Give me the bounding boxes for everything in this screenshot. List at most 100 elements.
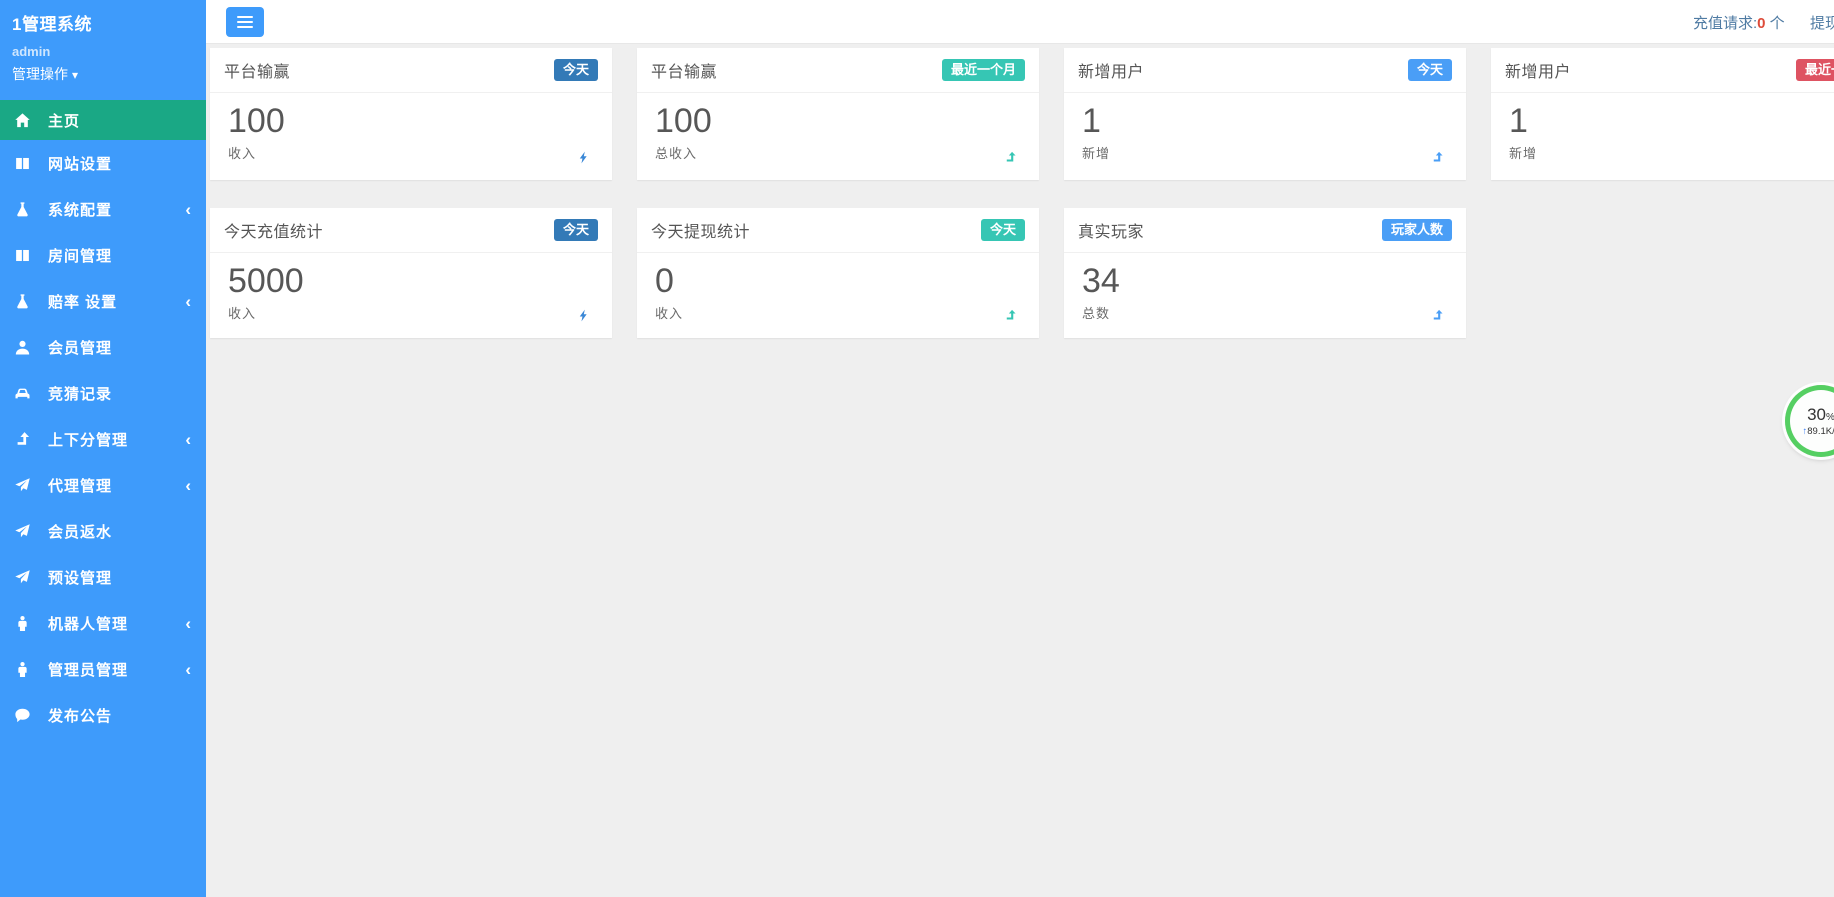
recharge-unit: 个 [1766, 15, 1785, 32]
sidebar-item-room-management[interactable]: 房间管理 [0, 232, 206, 278]
chevron-left-icon: ‹ [185, 615, 191, 632]
card-value: 34 [1082, 263, 1448, 300]
sidebar-item-label: 房间管理 [48, 245, 112, 266]
status-badge: 今天 [554, 219, 598, 241]
app-title: 1管理系统 [12, 10, 194, 35]
stat-card-new-users-month: 新增用户 最近一个月 1 新增 [1491, 48, 1834, 180]
sidebar-item-label: 主页 [48, 110, 80, 131]
sidebar-item-bet-records[interactable]: 竞猜记录 [0, 370, 206, 416]
sidebar-item-label: 上下分管理 [48, 429, 128, 450]
sidebar-header: 1管理系统 admin 管理操作 ▾ [0, 0, 206, 90]
card-title: 真实玩家 [1078, 218, 1144, 242]
card-label: 新增 [1082, 143, 1448, 162]
sidebar-item-label: 会员管理 [48, 337, 112, 358]
sidebar-item-label: 竞猜记录 [48, 383, 112, 404]
sidebar-item-label: 机器人管理 [48, 613, 128, 634]
sidebar-item-preset-management[interactable]: 预设管理 [0, 554, 206, 600]
sidebar-item-announcements[interactable]: 发布公告 [0, 692, 206, 738]
main-content: 充值请求:0 个 提现 平台输赢 今天 100 收入 平台输赢 最近一个月 10… [206, 0, 1834, 897]
stat-card-new-users-today: 新增用户 今天 1 新增 [1064, 48, 1466, 180]
stat-card-platform-winloss-today: 平台输赢 今天 100 收入 [210, 48, 612, 180]
sidebar-item-member-rebate[interactable]: 会员返水 [0, 508, 206, 554]
sidebar-item-agent-management[interactable]: 代理管理 ‹ [0, 462, 206, 508]
home-icon [14, 112, 31, 129]
topbar: 充值请求:0 个 提现 [206, 0, 1834, 44]
recharge-requests-link[interactable]: 充值请求:0 个 [1693, 12, 1785, 33]
stat-card-platform-winloss-month: 平台输赢 最近一个月 100 总收入 [637, 48, 1039, 180]
card-value: 1 [1509, 103, 1834, 140]
status-badge: 最近一个月 [1796, 59, 1834, 81]
card-title: 平台输赢 [651, 58, 717, 82]
status-badge: 最近一个月 [942, 59, 1025, 81]
card-value: 0 [655, 263, 1021, 300]
recharge-count: 0 [1757, 15, 1765, 32]
card-title: 今天充值统计 [224, 218, 323, 242]
status-badge: 今天 [554, 59, 598, 81]
sidebar-item-label: 系统配置 [48, 199, 112, 220]
card-label: 收入 [228, 303, 594, 322]
person-icon [14, 661, 31, 678]
card-value: 100 [228, 103, 594, 140]
sidebar-item-points-management[interactable]: 上下分管理 ‹ [0, 416, 206, 462]
sidebar-item-label: 赔率 设置 [48, 291, 117, 312]
net-speed-text: ↑89.1K/s [1803, 426, 1834, 437]
sidebar-item-system-config[interactable]: 系统配置 ‹ [0, 186, 206, 232]
card-value: 1 [1082, 103, 1448, 140]
sidebar-item-site-settings[interactable]: 网站设置 [0, 140, 206, 186]
card-title: 今天提现统计 [651, 218, 750, 242]
chevron-left-icon: ‹ [185, 477, 191, 494]
level-up-icon [1431, 149, 1444, 166]
caret-down-icon: ▾ [72, 68, 78, 82]
bolt-icon [577, 307, 590, 324]
withdraw-requests-link[interactable]: 提现 [1810, 12, 1834, 33]
bolt-icon [577, 149, 590, 166]
person-icon [14, 615, 31, 632]
car-icon [14, 385, 31, 402]
card-label: 收入 [228, 143, 594, 162]
status-badge: 今天 [981, 219, 1025, 241]
grid-icon [14, 247, 31, 264]
card-label: 总数 [1082, 303, 1448, 322]
status-badge: 玩家人数 [1382, 219, 1452, 241]
sidebar-item-label: 管理员管理 [48, 659, 128, 680]
admin-actions-label: 管理操作 [12, 66, 68, 82]
paper-plane-icon [14, 477, 31, 494]
level-up-icon [14, 431, 31, 448]
sidebar-item-homepage[interactable]: 主页 [0, 100, 206, 140]
status-badge: 今天 [1408, 59, 1452, 81]
grid-icon [14, 155, 31, 172]
sidebar-toggle-button[interactable] [226, 7, 264, 37]
chevron-left-icon: ‹ [185, 293, 191, 310]
stat-card-withdraw-today: 今天提现统计 今天 0 收入 [637, 208, 1039, 338]
sidebar-item-label: 网站设置 [48, 153, 112, 174]
card-value: 5000 [228, 263, 594, 300]
sidebar-item-label: 代理管理 [48, 475, 112, 496]
sidebar-item-label: 预设管理 [48, 567, 112, 588]
recharge-label: 充值请求: [1693, 15, 1757, 32]
stat-card-real-players: 真实玩家 玩家人数 34 总数 [1064, 208, 1466, 338]
level-up-icon [1004, 149, 1017, 166]
card-label: 收入 [655, 303, 1021, 322]
net-percent: 30% [1807, 406, 1834, 423]
card-title: 平台输赢 [224, 58, 290, 82]
sidebar-item-robot-management[interactable]: 机器人管理 ‹ [0, 600, 206, 646]
sidebar-item-admin-management[interactable]: 管理员管理 ‹ [0, 646, 206, 692]
chevron-left-icon: ‹ [185, 431, 191, 448]
card-title: 新增用户 [1505, 58, 1571, 82]
sidebar-item-odds-settings[interactable]: 赔率 设置 ‹ [0, 278, 206, 324]
admin-actions-dropdown[interactable]: 管理操作 ▾ [12, 64, 194, 84]
username: admin [12, 44, 194, 59]
sidebar-nav: 主页 网站设置 系统配置 ‹ 房间管理 赔率 设置 ‹ 会员管理 竞猜记录 [0, 100, 206, 738]
sidebar-item-member-management[interactable]: 会员管理 [0, 324, 206, 370]
net-speed-dial: 30% ↑89.1K/s [1790, 390, 1834, 452]
sidebar: 1管理系统 admin 管理操作 ▾ 主页 网站设置 系统配置 ‹ 房间管理 赔率… [0, 0, 206, 897]
flask-icon [14, 293, 31, 310]
level-up-icon [1431, 307, 1444, 324]
paper-plane-icon [14, 569, 31, 586]
sidebar-item-label: 会员返水 [48, 521, 112, 542]
chevron-left-icon: ‹ [185, 661, 191, 678]
comment-icon [14, 707, 31, 724]
card-label: 新增 [1509, 143, 1834, 162]
level-up-icon [1004, 307, 1017, 324]
card-title: 新增用户 [1078, 58, 1144, 82]
